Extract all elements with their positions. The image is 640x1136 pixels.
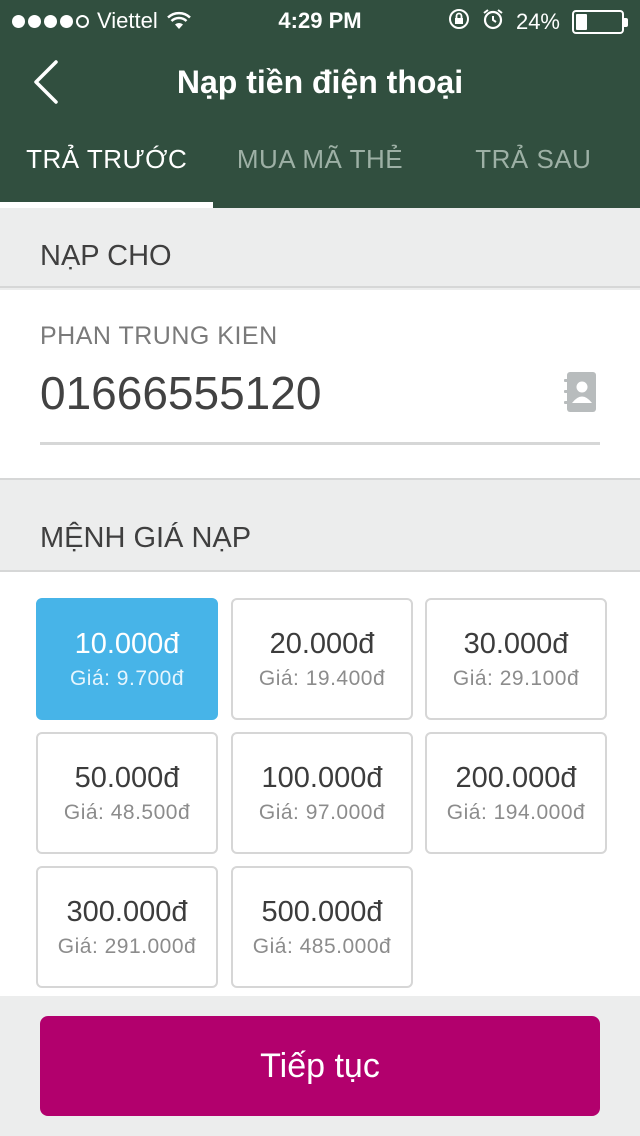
recipient-card: PHAN TRUNG KIEN 01666555120 — [0, 290, 640, 480]
app-header: Viettel 4:29 PM 24% Nạp tiền điện thoại … — [0, 0, 640, 208]
battery-icon — [572, 10, 628, 34]
denomination-option[interactable]: 500.000đ Giá: 485.000đ — [231, 866, 413, 988]
denomination-price: Giá: 194.000đ — [446, 801, 586, 824]
tab-bar: TRẢ TRƯỚC MUA MÃ THẺ TRẢ SAU — [0, 128, 640, 208]
nav-bar: Nạp tiền điện thoại — [0, 40, 640, 128]
denomination-price: Giá: 291.000đ — [57, 935, 197, 958]
denomination-amount: 50.000đ — [74, 762, 180, 794]
denomination-option[interactable]: 300.000đ Giá: 291.000đ — [36, 866, 218, 988]
battery-fill — [576, 14, 587, 30]
alarm-icon — [482, 8, 504, 36]
denomination-amount: 200.000đ — [455, 762, 577, 794]
denomination-option[interactable]: 20.000đ Giá: 19.400đ — [231, 598, 413, 720]
denomination-option[interactable]: 200.000đ Giá: 194.000đ — [425, 732, 607, 854]
tab-buy-card-code[interactable]: MUA MÃ THẺ — [213, 128, 426, 208]
denomination-amount: 100.000đ — [261, 762, 383, 794]
recipient-section-title: NẠP CHO — [0, 208, 640, 288]
denomination-option[interactable]: 10.000đ Giá: 9.700đ — [36, 598, 218, 720]
contact-book-icon[interactable] — [564, 372, 596, 412]
battery-percent: 24% — [515, 9, 560, 34]
denomination-price: Giá: 48.500đ — [63, 801, 191, 824]
recipient-name: PHAN TRUNG KIEN — [40, 322, 278, 350]
phone-input-underline — [40, 442, 600, 445]
denomination-grid: 10.000đ Giá: 9.700đ 20.000đ Giá: 19.400đ… — [0, 572, 640, 996]
denomination-price: Giá: 97.000đ — [258, 801, 386, 824]
denomination-amount: 300.000đ — [66, 896, 188, 928]
denomination-section-title: MỆNH GIÁ NẠP — [0, 480, 640, 572]
denomination-price: Giá: 19.400đ — [258, 667, 386, 690]
denomination-option[interactable]: 50.000đ Giá: 48.500đ — [36, 732, 218, 854]
denomination-amount: 500.000đ — [261, 896, 383, 928]
denomination-option[interactable]: 100.000đ Giá: 97.000đ — [231, 732, 413, 854]
footer: Tiếp tục — [0, 996, 640, 1136]
status-right: 24% — [448, 8, 628, 36]
tab-postpaid[interactable]: TRẢ SAU — [427, 128, 640, 208]
rotation-lock-icon — [448, 8, 470, 36]
status-bar: Viettel 4:29 PM 24% — [0, 0, 640, 40]
denomination-option[interactable]: 30.000đ Giá: 29.100đ — [425, 598, 607, 720]
tab-prepaid[interactable]: TRẢ TRƯỚC — [0, 128, 214, 208]
phone-number-field[interactable]: 01666555120 — [40, 366, 321, 420]
continue-button[interactable]: Tiếp tục — [40, 1016, 600, 1116]
denomination-amount: 20.000đ — [269, 628, 375, 660]
denomination-amount: 10.000đ — [74, 628, 180, 660]
denomination-price: Giá: 29.100đ — [452, 667, 580, 690]
denomination-price: Giá: 9.700đ — [69, 667, 185, 690]
denomination-amount: 30.000đ — [463, 628, 569, 660]
page-title: Nạp tiền điện thoại — [176, 64, 464, 100]
denomination-price: Giá: 485.000đ — [252, 935, 392, 958]
